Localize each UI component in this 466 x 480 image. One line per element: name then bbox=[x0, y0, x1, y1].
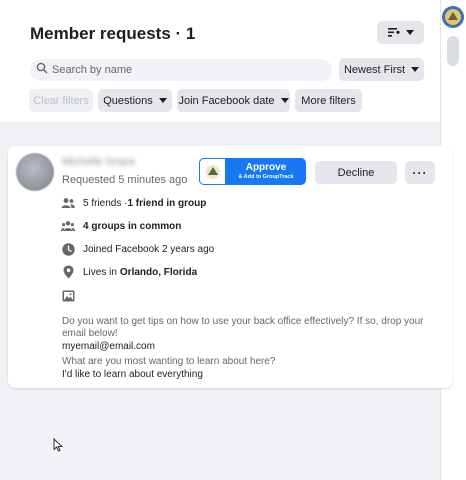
approve-label: Approve bbox=[245, 162, 287, 173]
filter-list-icon bbox=[387, 24, 400, 42]
chevron-down-icon bbox=[405, 30, 414, 35]
location-info: Lives in Orlando, Florida bbox=[61, 265, 197, 279]
join-date-filter-label: Join Facebook date bbox=[178, 94, 275, 107]
more-filters-button[interactable]: More filters bbox=[295, 89, 362, 112]
more-filters-label: More filters bbox=[301, 94, 356, 107]
friends-in-group[interactable]: 1 friend in group bbox=[127, 198, 206, 209]
clock-icon bbox=[61, 242, 75, 256]
chevron-down-icon bbox=[158, 98, 167, 103]
view-options-button[interactable] bbox=[377, 21, 424, 44]
side-scrollbar[interactable] bbox=[447, 36, 459, 66]
joined-info: Joined Facebook 2 years ago bbox=[61, 242, 214, 256]
approve-sublabel: & Add to GroupTrack bbox=[238, 174, 294, 180]
friends-icon bbox=[61, 196, 75, 210]
request-time: Requested 5 minutes ago bbox=[62, 174, 188, 186]
more-options-button[interactable]: ··· bbox=[405, 161, 435, 184]
member-name[interactable]: Michelle Grace bbox=[62, 156, 162, 168]
friends-count: 5 friends · bbox=[83, 197, 128, 209]
answer-1: myemail@email.com bbox=[62, 341, 155, 352]
groups-icon bbox=[61, 219, 75, 233]
join-date-filter[interactable]: Join Facebook date bbox=[177, 89, 290, 112]
lives-prefix: Lives in bbox=[83, 266, 117, 278]
search-icon bbox=[36, 61, 48, 79]
lives-city[interactable]: Orlando, Florida bbox=[120, 267, 197, 278]
photo-icon[interactable] bbox=[61, 289, 75, 303]
question-2: What are you most wanting to learn about… bbox=[62, 356, 276, 367]
chevron-down-icon bbox=[280, 98, 289, 103]
decline-button[interactable]: Decline bbox=[315, 161, 397, 184]
groups-info: 4 groups in common bbox=[61, 219, 181, 233]
mouse-cursor-icon bbox=[53, 437, 63, 457]
sort-dropdown[interactable]: Newest First bbox=[339, 58, 424, 81]
grouptrack-extension-icon[interactable] bbox=[442, 6, 464, 28]
question-1: Do you want to get tips on how to use yo… bbox=[62, 316, 424, 339]
avatar[interactable] bbox=[16, 153, 54, 191]
answer-2: I'd like to learn about everything bbox=[62, 369, 203, 380]
groups-in-common[interactable]: 4 groups in common bbox=[83, 221, 181, 232]
search-bar[interactable] bbox=[30, 59, 332, 81]
chevron-down-icon bbox=[411, 67, 420, 72]
location-pin-icon bbox=[61, 265, 75, 279]
header-panel: Member requests · 1 Newest First Clear f… bbox=[0, 0, 440, 122]
grouptrack-logo-icon bbox=[199, 158, 226, 185]
page-title: Member requests · 1 bbox=[30, 24, 196, 43]
friends-info: 5 friends · 1 friend in group bbox=[61, 196, 206, 210]
clear-filters-label: Clear filters bbox=[33, 94, 89, 107]
sort-label: Newest First bbox=[343, 63, 406, 76]
approve-button[interactable]: Approve & Add to GroupTrack bbox=[199, 158, 306, 185]
media-info bbox=[61, 289, 83, 303]
questions-filter-label: Questions bbox=[103, 94, 153, 107]
questions-filter[interactable]: Questions bbox=[98, 89, 172, 112]
clear-filters-button[interactable]: Clear filters bbox=[29, 89, 93, 112]
search-input[interactable] bbox=[52, 64, 312, 76]
joined-text: Joined Facebook 2 years ago bbox=[83, 243, 215, 255]
